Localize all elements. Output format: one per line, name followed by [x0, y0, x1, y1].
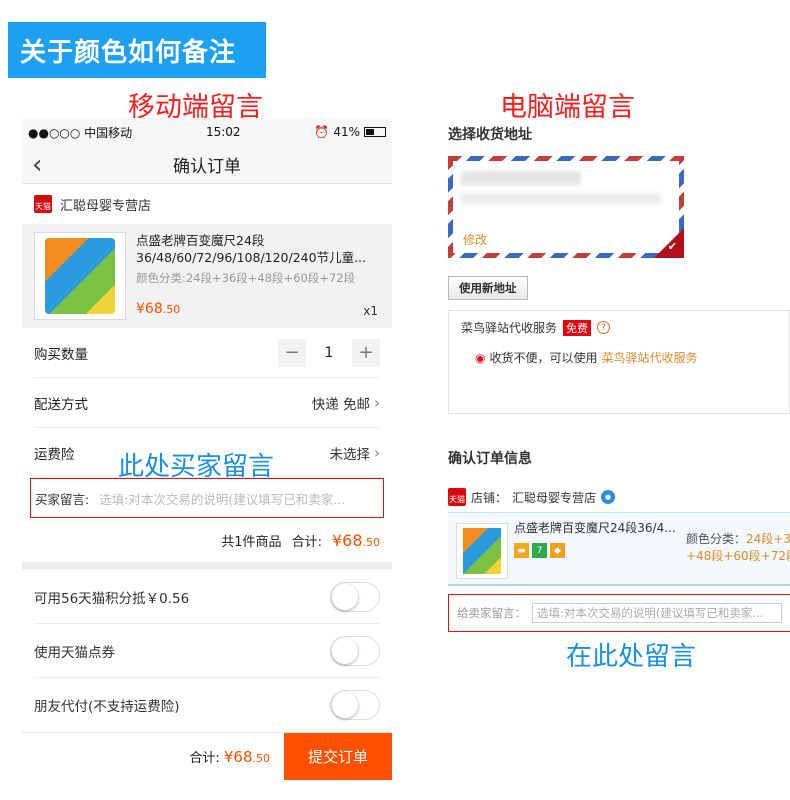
order-item-spec: 颜色分类：24段+36 +48段+60段+72段 — [686, 532, 790, 563]
product-price: ¥68.50 — [136, 301, 181, 317]
delivery-label: 配送方式 — [34, 396, 88, 413]
product-title: 点盛老牌百变魔尺24段36/48/60/72/96/108/120/240节儿童… — [136, 233, 367, 265]
card-icon: ▬ — [514, 543, 529, 558]
quantity-row: 购买数量 − 1 + — [34, 328, 380, 378]
address-detail-blurred — [461, 193, 661, 205]
battery-percent: 41% — [333, 125, 360, 139]
item-count: 共1件商品 — [221, 534, 282, 550]
seller-message-field: 给卖家留言： 选填:对本次交易的说明(建议填写已和卖家... — [448, 594, 790, 632]
buyer-message-note: 此处买家留言 — [118, 452, 275, 482]
battery-icon — [363, 127, 386, 137]
tmall-logo-icon: 天猫 — [34, 195, 52, 213]
cainiao-sub-text: 收货不便，可以使用 — [489, 351, 598, 365]
bottom-total: 合计: ¥68.50 — [189, 748, 270, 766]
order-thumbnail[interactable] — [456, 523, 508, 579]
quantity-stepper: − 1 + — [278, 338, 380, 367]
friend-pay-toggle[interactable] — [330, 690, 380, 720]
quantity-value[interactable]: 1 — [312, 345, 346, 361]
store-prefix: 店铺： — [471, 490, 508, 505]
total-label: 合计: — [291, 534, 322, 550]
tmall-logo-icon: 天猫 — [448, 488, 466, 506]
cainiao-label: 菜鸟驿站代收服务 — [461, 321, 558, 335]
total-amount: ¥68.50 — [331, 530, 380, 550]
seller-message-input[interactable]: 选填:对本次交易的说明(建议填写已和卖家... — [532, 603, 782, 623]
points-toggle[interactable] — [330, 581, 380, 612]
delivery-row[interactable]: 配送方式 快递 免邮 › — [34, 378, 380, 428]
service-icons: ▬ 7 ◆ — [514, 543, 565, 558]
seller-message-label: 给卖家留言： — [457, 606, 526, 620]
product-thumbnail — [34, 232, 126, 320]
address-name-blurred — [461, 171, 581, 185]
delivery-value: 快递 免邮 — [311, 396, 370, 413]
checkout-bar: 合计: ¥68.50 提交订单 — [22, 732, 392, 780]
location-pin-icon: ◉ — [475, 350, 486, 365]
insurance-label: 运费险 — [34, 446, 75, 463]
alarm-icon: ⏰ — [314, 125, 330, 139]
friend-pay-label: 朋友代付(不支持运费险) — [34, 699, 180, 715]
store-row[interactable]: 天猫 汇聪母婴专营店 — [22, 184, 392, 224]
points-toggle-row: 可用56天猫积分抵￥0.56 — [34, 570, 380, 624]
new-address-button[interactable]: 使用新地址 — [448, 276, 528, 300]
quantity-label: 购买数量 — [34, 346, 88, 363]
buyer-message-label: 买家留言: — [35, 491, 90, 507]
clock-text: 15:02 — [205, 125, 241, 139]
order-info-title: 确认订单信息 — [448, 451, 532, 467]
page-banner: 关于颜色如何备注 — [8, 22, 266, 78]
cainiao-service-box: 菜鸟驿站代收服务 免费 ? ◉ 收货不便，可以使用 菜鸟驿站代收服务 — [448, 310, 790, 414]
plus-button[interactable]: + — [352, 338, 380, 367]
pc-checkout: 选择收货地址 修改 ✔ 使用新地址 菜鸟驿站代收服务 免费 ? ◉ 收货不便，可… — [446, 118, 790, 678]
check-icon: ✔ — [667, 240, 677, 253]
coupon-toggle-row: 使用天猫点券 — [34, 624, 380, 678]
insurance-value: 未选择 — [329, 446, 371, 463]
buyer-message-input[interactable]: 选填:对本次交易的说明(建议填写已和卖家... — [99, 489, 345, 508]
coupon-label: 使用天猫点券 — [34, 644, 115, 661]
product-spec: 颜色分类:24段+36段+48段+60段+72段 — [136, 271, 356, 285]
nav-bar: ‹ 确认订单 — [22, 146, 392, 184]
points-label: 可用56天猫积分抵￥0.56 — [34, 590, 190, 607]
status-bar: ●●○○○ 中国移动 15:02 ⏰ 41% — [22, 118, 392, 146]
address-section-title: 选择收货地址 — [448, 127, 532, 143]
chevron-right-icon: › — [374, 393, 380, 412]
order-total-row: 共1件商品 合计: ¥68.50 — [22, 518, 392, 562]
status-right: ⏰ 41% — [314, 125, 386, 139]
pc-message-note: 在此处留言 — [566, 642, 697, 672]
coupon-toggle[interactable] — [330, 635, 380, 666]
carrier-text: ●●○○○ 中国移动 — [28, 125, 133, 140]
page-title: 确认订单 — [173, 157, 241, 177]
friend-pay-toggle-row: 朋友代付(不支持运费险) — [34, 678, 380, 732]
product-card[interactable]: 点盛老牌百变魔尺24段36/48/60/72/96/108/120/240节儿童… — [22, 224, 392, 328]
back-icon[interactable]: ‹ — [32, 150, 42, 180]
guarantee-icon: ◆ — [550, 543, 565, 558]
submit-order-button[interactable]: 提交订单 — [284, 732, 392, 780]
order-item-title[interactable]: 点盛老牌百变魔尺24段36/4... — [514, 519, 676, 536]
seven-day-return-icon: 7 — [532, 543, 547, 558]
product-qty: x1 — [363, 304, 378, 318]
edit-address-link[interactable]: 修改 — [463, 231, 487, 248]
free-badge: 免费 — [563, 319, 592, 336]
wangwang-chat-icon[interactable]: ● — [601, 490, 616, 504]
order-item: 点盛老牌百变魔尺24段36/4... ▬ 7 ◆ 颜色分类：24段+36 +48… — [448, 512, 790, 586]
buyer-message-field[interactable]: 买家留言: 选填:对本次交易的说明(建议填写已和卖家... — [30, 478, 384, 518]
minus-button[interactable]: − — [278, 338, 306, 367]
pc-store-line: 天猫 店铺： 汇聪母婴专营店 ● — [448, 488, 616, 506]
cainiao-service-link[interactable]: 菜鸟驿站代收服务 — [602, 349, 698, 366]
store-name: 汇聪母婴专营店 — [60, 198, 152, 214]
chevron-right-icon: › — [374, 443, 380, 462]
help-icon[interactable]: ? — [597, 321, 611, 334]
pc-store-name[interactable]: 汇聪母婴专营店 — [512, 489, 596, 506]
address-card[interactable]: 修改 ✔ — [448, 156, 684, 258]
